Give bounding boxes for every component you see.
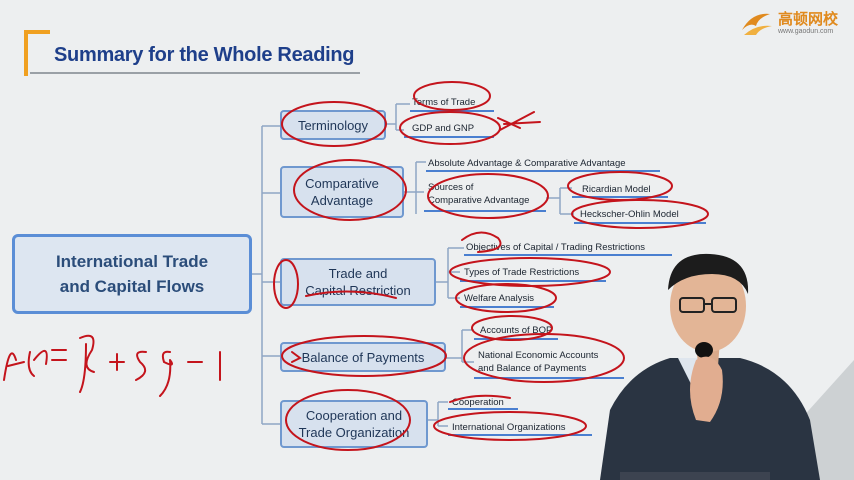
leaf-national-accounts: National Economic Accounts and Balance o…	[478, 350, 599, 374]
leaf-heckscher-ohlin: Heckscher-Ohlin Model	[580, 209, 679, 220]
gaodun-logo: 高顿网校 www.gaodun.com	[738, 6, 850, 42]
lecture-slide: Summary for the Whole Reading 高顿网校 www.g…	[0, 0, 854, 480]
logo-text: 高顿网校	[778, 10, 839, 28]
leaf-sources-comparative: Sources of Comparative Advantage	[428, 182, 530, 206]
leaf-accounts-bop: Accounts of BOP	[480, 325, 553, 336]
leaf-underline	[426, 170, 660, 172]
branch-comparative-advantage: Comparative Advantage	[280, 166, 404, 218]
leaf-international-orgs: International Organizations	[452, 422, 566, 433]
presenter-video	[600, 253, 854, 480]
leaf-gdp-gnp: GDP and GNP	[412, 123, 475, 134]
slide-title: Summary for the Whole Reading	[54, 44, 355, 66]
logo-flame-icon	[742, 13, 772, 35]
leaf-types-restrictions: Types of Trade Restrictions	[464, 267, 580, 278]
title-bracket	[24, 30, 50, 76]
title-underline	[30, 72, 360, 74]
leaf-welfare-analysis: Welfare Analysis	[464, 293, 535, 304]
leaf-underline	[410, 110, 494, 112]
leaf-underline	[448, 408, 518, 410]
leaf-underline	[424, 210, 546, 212]
logo-url: www.gaodun.com	[778, 28, 834, 35]
leaf-underline	[574, 222, 706, 224]
root-node: International Trade and Capital Flows	[12, 234, 252, 314]
leaf-underline	[448, 434, 592, 436]
branch-terminology: Terminology	[280, 110, 386, 140]
leaf-ricardian: Ricardian Model	[582, 184, 651, 195]
branch-trade-capital-restriction: Trade and Capital Restriction	[280, 258, 436, 306]
branch-balance-of-payments: Balance of Payments	[280, 342, 446, 372]
branch-cooperation-trade-organization: Cooperation and Trade Organization	[280, 400, 428, 448]
leaf-terms-of-trade: Terms of Trade	[412, 97, 476, 108]
leaf-underline	[404, 136, 494, 138]
leaf-underline	[474, 338, 558, 340]
leaf-underline	[572, 196, 668, 198]
leaf-absolute-comparative: Absolute Advantage & Comparative Advanta…	[428, 158, 626, 169]
leaf-underline	[460, 306, 554, 308]
leaf-underline	[460, 280, 606, 282]
